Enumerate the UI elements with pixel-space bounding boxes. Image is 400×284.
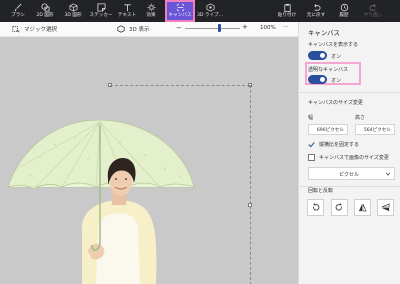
rotate-right-icon: [335, 203, 342, 211]
unit-select-value: ピクセル: [339, 172, 360, 178]
toolbar-label: 3D ライブ...: [196, 13, 224, 18]
zoom-value: 100%: [260, 25, 276, 31]
unit-select[interactable]: ピクセル: [308, 167, 395, 180]
show-canvas-label: キャンバスを表示する: [308, 42, 359, 48]
chevron-down-icon: [385, 172, 391, 176]
view-3d-icon: [117, 25, 125, 33]
zoom-out-button[interactable]: −: [176, 24, 182, 32]
toolbar-paste-button[interactable]: 貼り付け: [277, 1, 297, 21]
effects-icon: [146, 3, 156, 12]
rotate-left-button[interactable]: [307, 199, 324, 216]
toolbar-label: 効果: [146, 13, 156, 18]
toolbar-label: ブラシ: [11, 13, 25, 18]
height-label: 高さ: [355, 115, 366, 121]
zoom-in-button[interactable]: +: [242, 23, 248, 31]
magic-select-button[interactable]: マジック選択: [12, 25, 57, 33]
divider: [299, 92, 400, 93]
canvas-border: [110, 85, 250, 86]
width-label: 幅: [308, 115, 314, 121]
2d-shapes-icon: [40, 3, 50, 12]
zoom-slider-thumb[interactable]: [217, 24, 221, 32]
canvas-image[interactable]: [0, 37, 298, 284]
toolbar-label: 貼り付け: [277, 13, 297, 18]
resize-image-checkbox[interactable]: キャンバスで画像のサイズ変更: [308, 154, 389, 161]
toolbar-3d-shapes-button[interactable]: 3D 図形: [62, 1, 84, 21]
toolbar-undo-button[interactable]: 元に戻す: [305, 1, 327, 21]
canvas-properties-panel: キャンバス キャンバスを表示する オン 透明なキャンバス オン キャンバスのサイ…: [298, 22, 400, 284]
3d-library-icon: [206, 3, 214, 12]
view-3d-toggle[interactable]: 3D 表示: [117, 25, 149, 33]
toolbar-redo-button[interactable]: やり直し: [362, 1, 384, 21]
magic-select-label: マジック選択: [24, 27, 58, 33]
toolbar-2d-shapes-button[interactable]: 2D 図形: [34, 1, 56, 21]
resize-section-label: キャンバスのサイズ変更: [308, 100, 363, 106]
show-canvas-toggle[interactable]: [308, 51, 327, 60]
canvas-subbar: マジック選択 3D 表示 − + 100% ···: [0, 22, 298, 37]
rotate-section-label: 回転と反転: [308, 188, 334, 194]
canvas-area[interactable]: [0, 37, 298, 284]
canvas-border: [250, 85, 251, 284]
history-icon: [340, 3, 348, 12]
3d-shapes-icon: [69, 3, 77, 12]
zoom-slider-track[interactable]: [185, 28, 240, 29]
width-input[interactable]: 696ピクセル: [308, 124, 348, 135]
flip-vertical-button[interactable]: [354, 199, 371, 216]
toolbar-label: 2D 図形: [36, 13, 54, 18]
text-icon: [123, 4, 131, 12]
redo-icon: [369, 4, 376, 11]
toolbar-label: ステッカー: [89, 13, 113, 18]
canvas-icon: [176, 3, 184, 12]
rotate-right-button[interactable]: [331, 199, 348, 216]
lock-aspect-checkbox[interactable]: 縦横比を固定する: [308, 141, 359, 148]
toolbar-label: 履歴: [339, 13, 349, 18]
checkbox-box: [308, 154, 315, 161]
toolbar-text-button[interactable]: テキスト: [117, 1, 137, 21]
transparent-canvas-toggle[interactable]: [308, 75, 327, 84]
flip-horizontal-button[interactable]: [377, 199, 394, 216]
toolbar-label: 3D 図形: [64, 13, 82, 18]
toolbar-canvas-button[interactable]: キャンバス: [167, 1, 193, 21]
toolbar-history-button[interactable]: 履歴: [336, 1, 352, 21]
show-canvas-state: オン: [331, 54, 342, 60]
toolbar-stickers-button[interactable]: ステッカー: [89, 1, 113, 21]
transparent-canvas-state: オン: [331, 78, 342, 84]
magic-select-icon: [12, 26, 20, 33]
toolbar-effects-button[interactable]: 効果: [143, 1, 159, 21]
paste-icon: [283, 3, 291, 12]
resize-image-label: キャンバスで画像のサイズ変更: [319, 155, 389, 161]
toolbar-brushes-button[interactable]: ブラシ: [10, 1, 26, 21]
toolbar-label: やり直し: [363, 13, 383, 18]
more-options-button[interactable]: ···: [283, 24, 288, 30]
toolbar-label: 元に戻す: [306, 13, 326, 18]
lock-aspect-label: 縦横比を固定する: [319, 142, 360, 148]
brush-icon: [14, 3, 22, 12]
flip-horizontal-icon: [381, 203, 390, 212]
height-input[interactable]: 564ピクセル: [355, 124, 395, 135]
transparent-canvas-label: 透明なキャンバス: [308, 67, 349, 73]
undo-icon: [313, 4, 320, 11]
toolbar-label: テキスト: [117, 13, 137, 18]
toolbar-label: キャンバス: [168, 13, 192, 18]
toolbar-3d-library-button[interactable]: 3D ライブ...: [196, 1, 224, 21]
checkmark-icon: [308, 142, 315, 148]
panel-title: キャンバス: [308, 29, 340, 37]
stickers-icon: [96, 3, 106, 12]
flip-vertical-icon: [358, 203, 367, 212]
main-toolbar: ブラシ 2D 図形 3D 図形 ステッカー テキスト 効果 キャンバス 3D ラ…: [0, 0, 400, 22]
rotate-left-icon: [313, 203, 320, 211]
view-3d-label: 3D 表示: [129, 27, 150, 33]
